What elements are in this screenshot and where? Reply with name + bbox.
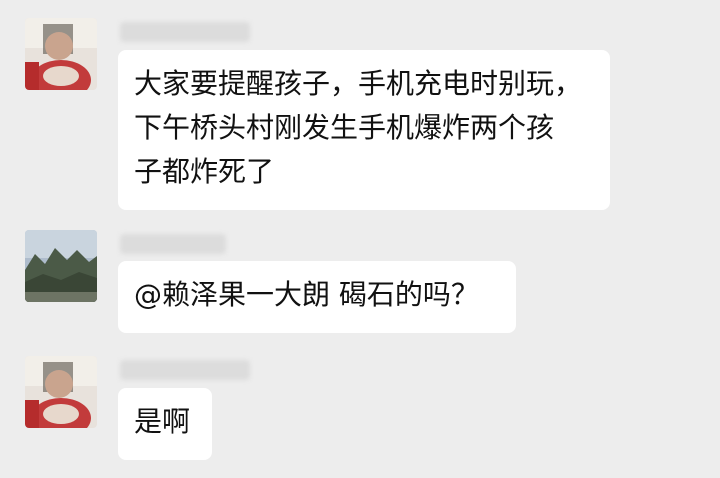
message-text-line: 是啊 xyxy=(134,405,191,438)
sender-name-blurred xyxy=(120,22,250,42)
chat-thread: 大家要提醒孩子，手机充电时别玩， 下午桥头村刚发生手机爆炸两个孩 子都炸死了 @… xyxy=(0,0,720,478)
sender-avatar[interactable] xyxy=(25,230,97,302)
message-bubble[interactable]: 大家要提醒孩子，手机充电时别玩， 下午桥头村刚发生手机爆炸两个孩 子都炸死了 xyxy=(118,50,610,210)
person-avatar-icon xyxy=(25,356,97,428)
person-avatar-icon xyxy=(25,18,97,90)
message-bubble[interactable]: @赖泽果一大朗 碣石的吗？ xyxy=(118,261,516,333)
message-text-line: @赖泽果一大朗 碣石的吗？ xyxy=(134,278,479,311)
message-bubble[interactable]: 是啊 xyxy=(118,388,212,460)
message-text-line: 子都炸死了 xyxy=(134,155,275,188)
sender-avatar[interactable] xyxy=(25,18,97,90)
sender-name-blurred xyxy=(120,234,226,254)
message-text-line: 下午桥头村刚发生手机爆炸两个孩 xyxy=(134,111,555,144)
message-text-line: 大家要提醒孩子，手机充电时别玩， xyxy=(134,67,583,100)
sender-avatar[interactable] xyxy=(25,356,97,428)
sender-name-blurred xyxy=(120,360,250,380)
landscape-avatar-icon xyxy=(25,230,97,302)
